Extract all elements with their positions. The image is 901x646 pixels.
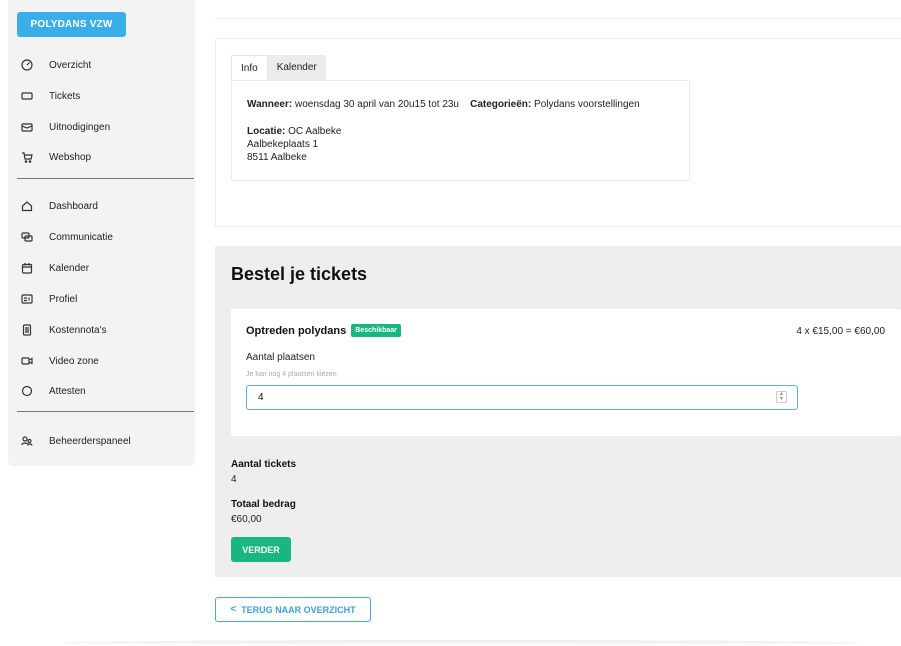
sidebar-item-label: Uitnodigingen: [49, 121, 111, 133]
address-line1: Aalbekeplaats 1: [247, 139, 319, 150]
total-amount-value: €60,00: [231, 514, 262, 525]
back-to-overview-button[interactable]: < TERUG NAAR OVERZICHT: [215, 597, 371, 622]
sidebar-item-attesten[interactable]: Attesten: [20, 381, 86, 401]
ticket-card: Optreden polydans Beschikbaar 4 x €15,00…: [231, 309, 901, 436]
gauge-icon: [20, 58, 34, 72]
order-section: Bestel je tickets Optreden polydans Besc…: [215, 246, 901, 577]
when-label: Wanneer:: [247, 99, 293, 110]
sidebar-divider: [17, 411, 194, 412]
sidebar-item-label: Kalender: [49, 262, 90, 274]
total-amount-label: Totaal bedrag: [231, 499, 296, 510]
envelope-icon: [20, 120, 34, 134]
order-title: Bestel je tickets: [231, 264, 368, 284]
sidebar-item-label: Beheerderspaneel: [49, 435, 131, 447]
sidebar-divider: [17, 178, 194, 179]
quantity-hint: Je kan nog 4 plaatsen kiezen: [246, 371, 337, 378]
quantity-stepper[interactable]: ▲ ▼: [776, 391, 787, 403]
location-block: Locatie: OC Aalbeke Aalbekeplaats 1 8511…: [247, 125, 342, 164]
circle-icon: [20, 384, 34, 398]
info-panel: Wanneer: woensdag 30 april van 20u15 tot…: [231, 80, 690, 181]
users-icon: [20, 434, 34, 448]
sidebar-item-profiel[interactable]: Profiel: [20, 289, 77, 309]
quantity-input[interactable]: [246, 385, 798, 410]
when-value: woensdag 30 april van 20u15 tot 23u: [294, 99, 459, 110]
sidebar-item-tickets[interactable]: Tickets: [20, 86, 80, 106]
sidebar-item-overzicht[interactable]: Overzicht: [20, 55, 91, 75]
tickets-count-label: Aantal tickets: [231, 459, 297, 470]
sidebar-item-label: Communicatie: [49, 231, 113, 243]
chevron-down-icon: ▼: [779, 396, 784, 402]
event-tabs: Info Kalender: [231, 55, 326, 80]
chat-icon: [20, 230, 34, 244]
next-button[interactable]: VERDER: [231, 537, 291, 562]
ticket-name: Optreden polydans: [246, 324, 347, 337]
quantity-label: Aantal plaatsen: [246, 352, 315, 363]
sidebar-item-video-zone[interactable]: Video zone: [20, 351, 99, 371]
sidebar-item-label: Profiel: [49, 293, 78, 305]
categories-value: Polydans voorstellingen: [534, 99, 640, 110]
sidebar-item-label: Video zone: [49, 355, 99, 367]
address-line2: 8511 Aalbeke: [247, 152, 307, 163]
sidebar-item-label: Attesten: [49, 385, 86, 397]
tickets-count-value: 4: [231, 474, 237, 485]
tab-kalender[interactable]: Kalender: [267, 55, 326, 80]
sidebar-item-beheerderspaneel[interactable]: Beheerderspaneel: [20, 431, 131, 451]
profile-card-icon: [20, 292, 34, 306]
chevron-left-icon: <: [230, 604, 237, 615]
tab-info[interactable]: Info: [231, 55, 268, 80]
sidebar: POLYDANS VZW Overzicht Tickets Uitnodigi…: [8, 0, 195, 466]
top-card: [215, 0, 901, 19]
sidebar-item-communicatie[interactable]: Communicatie: [20, 227, 113, 247]
event-details-row: Wanneer: woensdag 30 april van 20u15 tot…: [247, 99, 640, 110]
location-label: Locatie:: [247, 126, 286, 137]
sidebar-item-label: Tickets: [49, 90, 81, 102]
status-badge: Beschikbaar: [351, 324, 401, 337]
bottom-shadow: [60, 640, 860, 646]
sidebar-item-label: Dashboard: [49, 200, 98, 212]
calendar-icon: [20, 261, 34, 275]
sidebar-item-kostennotas[interactable]: Kostennota's: [20, 320, 107, 340]
video-icon: [20, 354, 34, 368]
sidebar-item-label: Webshop: [49, 151, 92, 163]
organization-button[interactable]: POLYDANS VZW: [17, 12, 126, 37]
sidebar-item-kalender[interactable]: Kalender: [20, 258, 89, 278]
categories-label: Categorieën:: [470, 99, 532, 110]
back-button-label: TERUG NAAR OVERZICHT: [241, 604, 356, 615]
location-name: OC Aalbeke: [288, 126, 342, 137]
sidebar-item-label: Kostennota's: [49, 324, 107, 336]
cart-icon: [20, 150, 34, 164]
price-calculation: 4 x €15,00 = €60,00: [796, 326, 885, 337]
sidebar-item-label: Overzicht: [49, 59, 92, 71]
sidebar-item-dashboard[interactable]: Dashboard: [20, 196, 98, 216]
home-icon: [20, 199, 34, 213]
sidebar-item-uitnodigingen[interactable]: Uitnodigingen: [20, 117, 110, 137]
sidebar-item-webshop[interactable]: Webshop: [20, 147, 91, 167]
ticket-name-row: Optreden polydans Beschikbaar: [246, 324, 401, 337]
ticket-icon: [20, 89, 34, 103]
document-icon: [20, 323, 34, 337]
